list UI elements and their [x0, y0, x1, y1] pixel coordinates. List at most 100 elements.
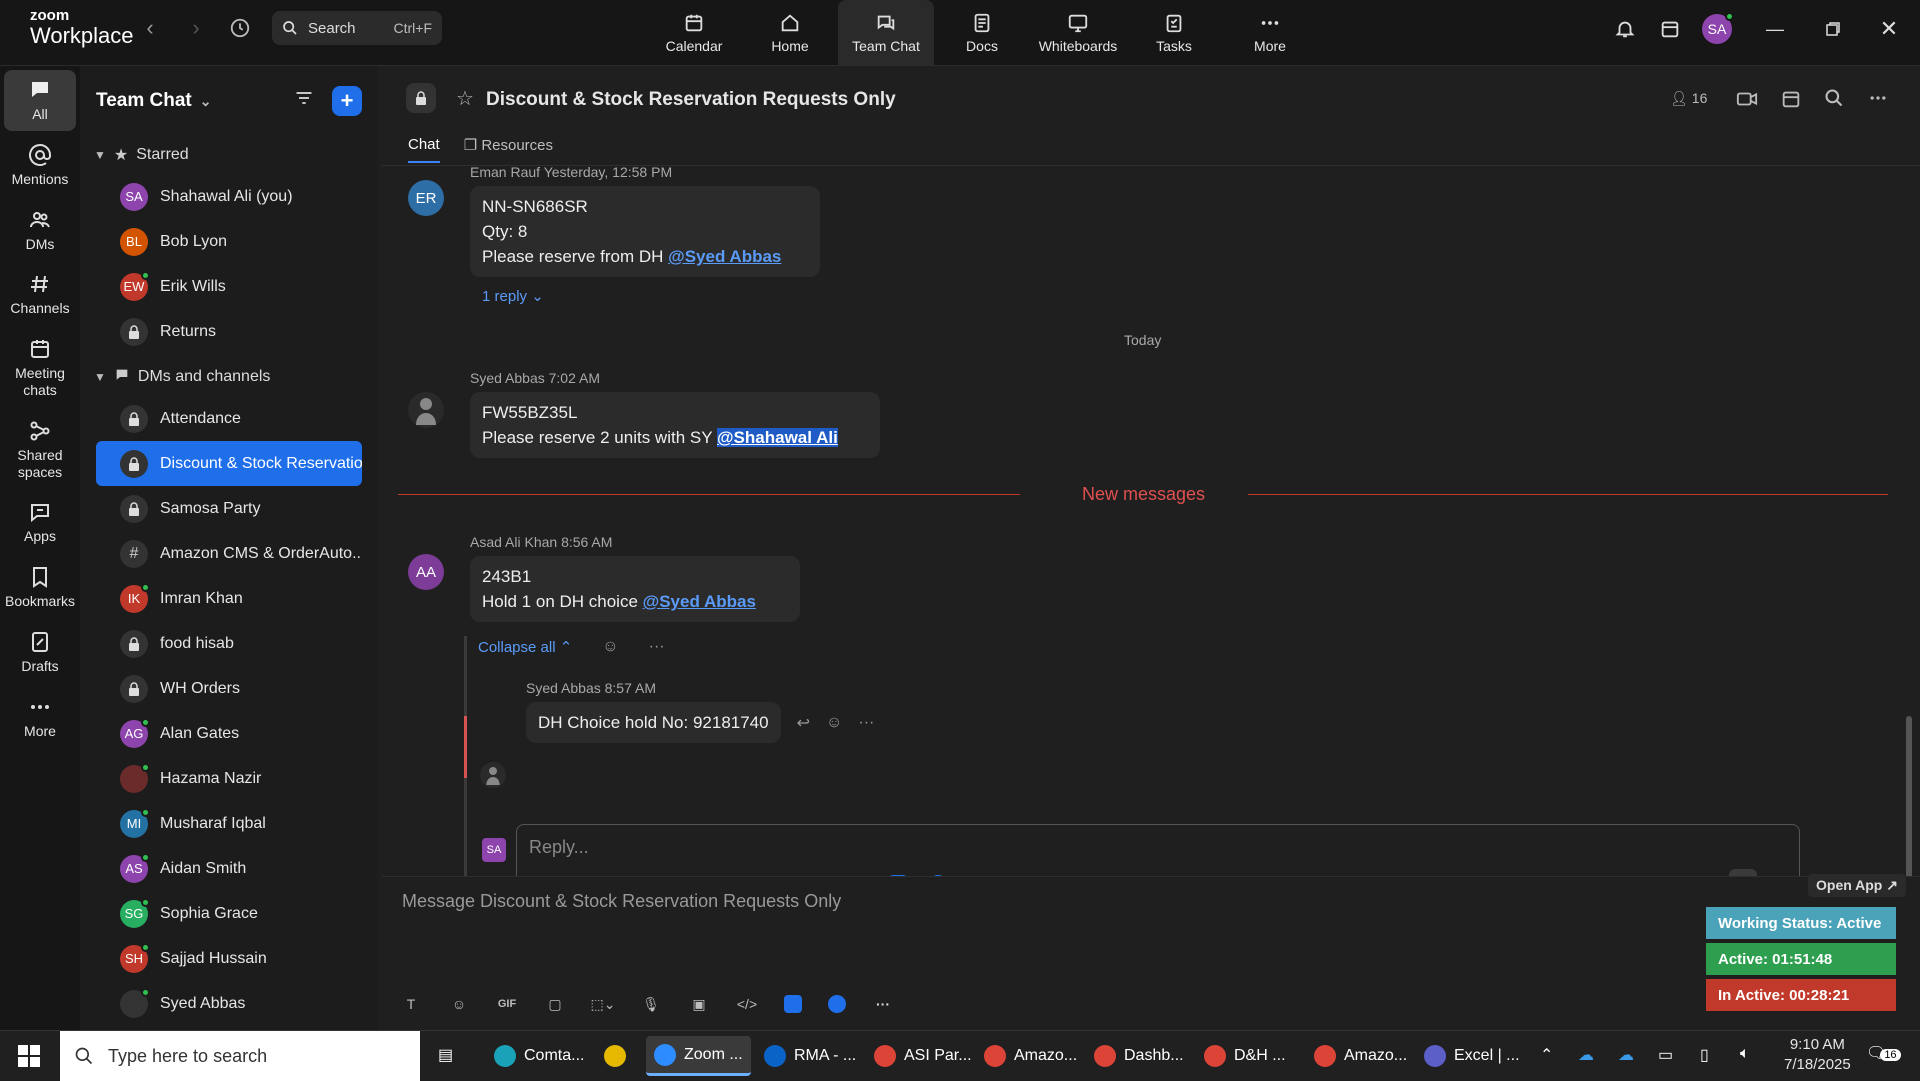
file-icon[interactable]: ▢ — [544, 993, 566, 1015]
search-icon[interactable] — [1824, 88, 1844, 113]
sidebar-item[interactable]: Hazama Nazir — [96, 756, 362, 801]
filter-icon[interactable] — [294, 88, 314, 114]
sidebar-item[interactable]: AS Aidan Smith — [96, 846, 362, 891]
tray-chevron-up-icon[interactable]: ⌃ — [1540, 1045, 1553, 1065]
video-message-icon[interactable]: ▣ — [688, 993, 710, 1015]
sidebar-item[interactable]: SG Sophia Grace — [96, 891, 362, 936]
open-app-button[interactable]: Open App ↗ — [1808, 874, 1906, 897]
sidebar-item[interactable]: # Amazon CMS & OrderAuto... — [96, 531, 362, 576]
text-format-icon[interactable]: T — [400, 993, 422, 1015]
more-dots-icon[interactable]: ··· — [872, 993, 894, 1015]
windows-start-icon[interactable] — [18, 1045, 40, 1072]
forward-arrow-icon[interactable]: › — [182, 14, 210, 42]
sidebar-title[interactable]: Team Chat — [96, 90, 192, 112]
close-icon[interactable]: ✕ — [1874, 14, 1904, 44]
reply-count-link[interactable]: 1 reply ⌄ — [482, 287, 820, 305]
tab-whiteboards[interactable]: Whiteboards — [1030, 0, 1126, 66]
sidebar-item[interactable]: SH Sajjad Hussain — [96, 936, 362, 981]
taskbar-app[interactable]: Amazo... — [1306, 1036, 1415, 1076]
sender-name[interactable]: Syed Abbas — [470, 370, 545, 386]
rail-meeting-chats[interactable]: Meeting chats — [4, 329, 76, 407]
history-icon[interactable] — [226, 14, 254, 42]
sender-name[interactable]: Asad Ali Khan — [470, 534, 557, 550]
rail-shared-spaces[interactable]: Shared spaces — [4, 411, 76, 489]
message-bubble[interactable]: NN-SN686SR Qty: 8 Please reserve from DH… — [470, 186, 820, 277]
sidebar-item-returns[interactable]: Returns — [96, 309, 362, 354]
taskbar-app[interactable]: D&H ... — [1196, 1036, 1294, 1076]
screenshot-icon[interactable]: ⬚⌄ — [591, 993, 616, 1015]
sender-name[interactable]: Eman Rauf — [470, 164, 540, 180]
starred-section[interactable]: ▼ ★ Starred — [80, 136, 378, 174]
more-dots-icon[interactable]: ··· — [649, 638, 665, 656]
calendar-icon[interactable] — [1780, 88, 1802, 115]
search-bar[interactable]: Search Ctrl+F — [272, 11, 442, 45]
rail-channels[interactable]: Channels — [4, 264, 76, 325]
dms-section[interactable]: ▼ DMs and channels — [80, 358, 378, 396]
onedrive-icon[interactable]: ☁ — [1618, 1045, 1634, 1065]
sidebar-item[interactable]: IK Imran Khan — [96, 576, 362, 621]
taskbar-app[interactable]: Dashb... — [1086, 1036, 1192, 1076]
avatar[interactable]: AA — [408, 554, 444, 590]
tab-more[interactable]: More — [1222, 0, 1318, 66]
mention-link[interactable]: @Shahawal Ali — [716, 428, 838, 447]
tab-calendar[interactable]: Calendar — [646, 0, 742, 66]
avatar[interactable] — [408, 392, 444, 428]
rail-more[interactable]: More — [4, 687, 76, 748]
task-view-icon[interactable]: ▤ — [438, 1045, 453, 1065]
sidebar-item[interactable]: Discount & Stock Reservatio... — [96, 441, 362, 486]
sidebar-item[interactable]: WH Orders — [96, 666, 362, 711]
restore-icon[interactable] — [1818, 14, 1848, 44]
rail-mentions[interactable]: Mentions — [4, 135, 76, 196]
sidebar-item[interactable]: AG Alan Gates — [96, 711, 362, 756]
add-reaction-icon[interactable]: ☺ — [602, 638, 618, 656]
collapse-all-link[interactable]: Collapse all ⌃ — [478, 638, 572, 656]
channel-title[interactable]: Discount & Stock Reservation Requests On… — [486, 89, 896, 111]
sidebar-item[interactable]: MI Musharaf Iqbal — [96, 801, 362, 846]
taskbar-app[interactable]: Amazo... — [976, 1036, 1085, 1076]
onedrive-icon[interactable]: ☁ — [1578, 1045, 1594, 1065]
taskbar-app[interactable] — [596, 1036, 642, 1076]
calendar-badge-icon[interactable] — [1655, 14, 1685, 44]
mention-link[interactable]: @Syed Abbas — [643, 592, 756, 611]
sender-name[interactable]: Syed Abbas — [526, 680, 601, 696]
sidebar-item[interactable]: Syed Abbas — [96, 981, 362, 1026]
message-bubble[interactable]: FW55BZ35L Please reserve 2 units with SY… — [470, 392, 880, 458]
sidebar-item[interactable]: Attendance — [96, 396, 362, 441]
avatar[interactable]: ER — [408, 180, 444, 216]
back-arrow-icon[interactable]: ‹ — [136, 14, 164, 42]
code-icon[interactable]: </> — [736, 993, 758, 1015]
taskbar-app[interactable]: ASI Par... — [866, 1036, 980, 1076]
tab-chat[interactable]: Chat — [408, 136, 440, 163]
sidebar-item-erik[interactable]: EW Erik Wills — [96, 264, 362, 309]
sidebar-item[interactable]: food hisab — [96, 621, 362, 666]
more-dots-icon[interactable] — [1868, 88, 1888, 113]
rail-bookmarks[interactable]: Bookmarks — [4, 557, 76, 618]
reply-input[interactable]: Reply... — [529, 837, 589, 858]
sidebar-item[interactable]: Samosa Party — [96, 486, 362, 531]
add-chat-button[interactable]: + — [332, 86, 362, 116]
tab-resources[interactable]: ❐ Resources — [464, 136, 553, 163]
message-bubble[interactable]: DH Choice hold No: 92181740 — [526, 702, 781, 743]
rail-apps[interactable]: Apps — [4, 492, 76, 553]
tab-team-chat[interactable]: Team Chat — [838, 0, 934, 66]
tab-docs[interactable]: Docs — [934, 0, 1030, 66]
sidebar-item-bob[interactable]: BL Bob Lyon — [96, 219, 362, 264]
battery-icon[interactable]: ▭ — [1658, 1045, 1673, 1065]
taskbar-search[interactable]: Type here to search — [60, 1031, 420, 1081]
clock[interactable]: 9:10 AM 7/18/2025 — [1784, 1035, 1851, 1075]
message-bubble[interactable]: 243B1 Hold 1 on DH choice @Syed Abbas — [470, 556, 800, 622]
taskbar-app[interactable]: Zoom ... — [646, 1036, 751, 1076]
mention-link[interactable]: @Syed Abbas — [668, 247, 781, 266]
user-avatar[interactable]: SA — [1702, 12, 1734, 44]
add-reaction-icon[interactable]: ☺ — [826, 714, 842, 732]
star-outline-icon[interactable]: ☆ — [456, 86, 474, 111]
avatar[interactable] — [480, 762, 506, 788]
gif-button[interactable]: GIF — [496, 993, 518, 1015]
tab-tasks[interactable]: Tasks — [1126, 0, 1222, 66]
rail-all[interactable]: All — [4, 70, 76, 131]
tab-home[interactable]: Home — [742, 0, 838, 66]
emoji-icon[interactable]: ☺ — [448, 993, 470, 1015]
volume-icon[interactable]: 🔈︎ — [1740, 1045, 1750, 1063]
chevron-down-icon[interactable]: ⌄ — [200, 93, 212, 110]
microphone-icon[interactable]: 🎙︎ — [640, 993, 662, 1015]
